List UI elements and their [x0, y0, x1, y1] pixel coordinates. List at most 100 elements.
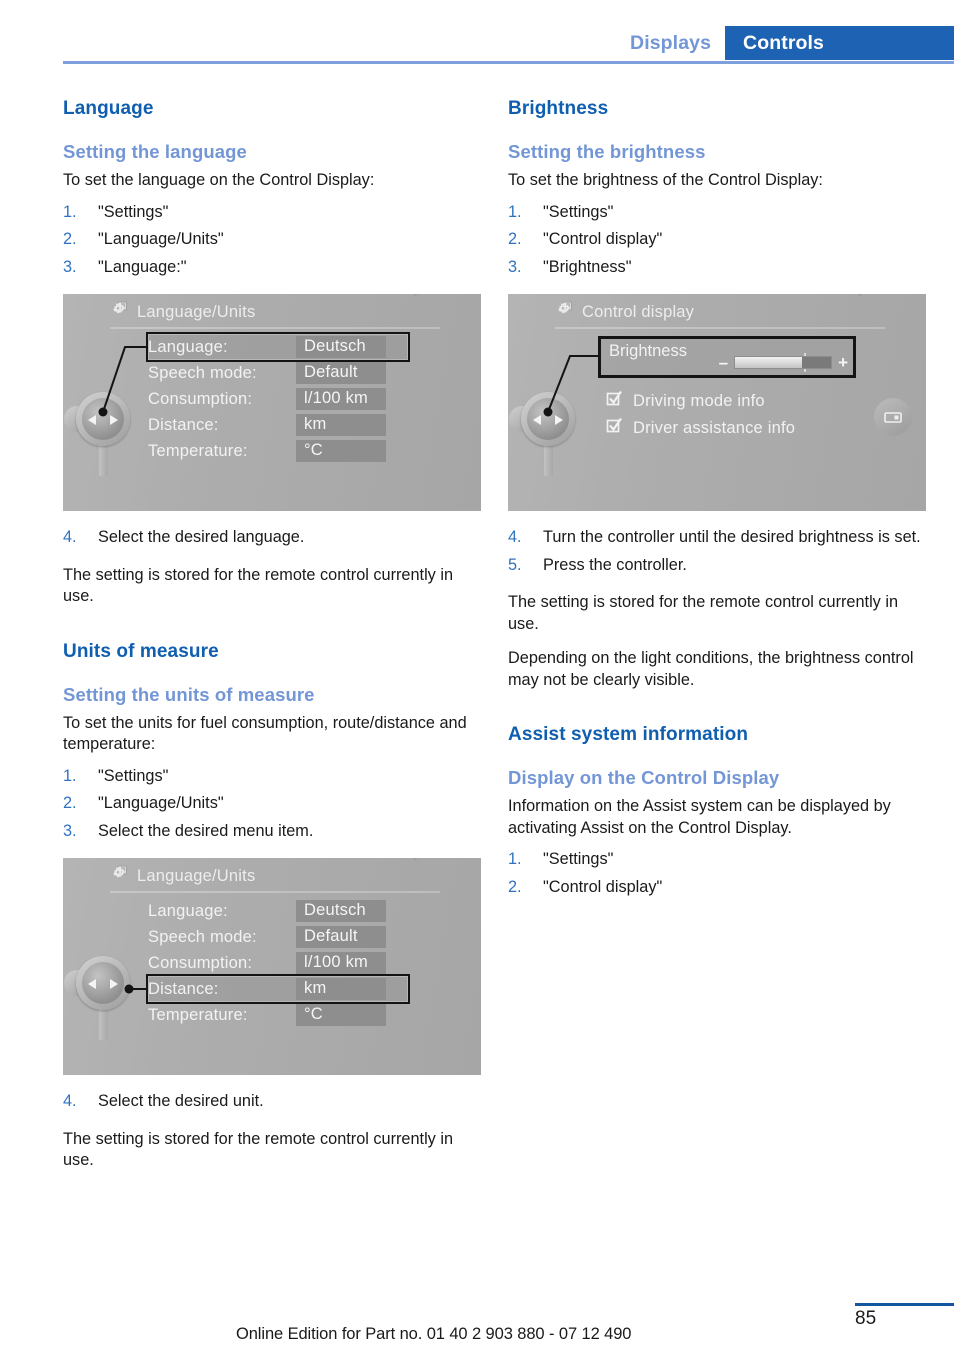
control-display-figure-units: Language/Units Language: Deutsch Speech …: [63, 858, 481, 1075]
settings-row-value: l/100 km: [296, 388, 386, 410]
step-number: 2.: [63, 230, 77, 248]
settings-row-label: Language:: [148, 901, 228, 920]
step-text: "Settings": [543, 202, 614, 221]
control-display-title-divider: [110, 327, 440, 329]
step-number: 1.: [508, 850, 522, 868]
brightness-slider[interactable]: – +: [719, 353, 848, 372]
subsection-display-on-the-control-display: Display on the Control Display: [508, 767, 780, 788]
step-text: Press the controller.: [543, 555, 687, 574]
settings-row-speech-mode[interactable]: Speech mode: Default: [148, 360, 408, 386]
tab-displays[interactable]: Displays: [616, 26, 726, 60]
settings-row-label: Distance:: [148, 415, 219, 434]
step-text: Select the desired language.: [98, 528, 305, 546]
slider-tick-bottom-icon: [804, 369, 807, 372]
checkbox-label: Driver assistance info: [633, 418, 796, 437]
tab-controls[interactable]: Controls: [725, 26, 954, 60]
brightness-slider-fill: [735, 357, 803, 368]
control-display-title-bar: Control display: [555, 301, 694, 324]
step-text: Turn the controller until the desired br…: [543, 528, 921, 546]
step-number: 4.: [508, 528, 522, 546]
settings-row-label: Temperature:: [148, 441, 248, 460]
list-item: 4. Select the desired unit.: [63, 1091, 481, 1113]
header-divider: [63, 61, 954, 64]
option-menu-button[interactable]: [874, 398, 912, 436]
settings-row-consumption[interactable]: Consumption: l/100 km: [148, 950, 408, 976]
step-number: 4.: [63, 1092, 77, 1110]
brightness-slider-track[interactable]: [734, 353, 833, 372]
checkbox-checked-icon: [606, 417, 623, 439]
steps-list-brightness: 1. "Settings" 2. "Control display" 3. "B…: [508, 202, 926, 279]
checkbox-checked-icon: [606, 390, 623, 412]
note-stored-for-remote-1: The setting is stored for the remote con…: [63, 565, 454, 606]
settings-row-label: Speech mode:: [148, 927, 257, 946]
list-item: 1. "Settings": [508, 202, 926, 224]
step-text: "Brightness": [543, 257, 632, 276]
knob-right-arrow-icon: [110, 415, 118, 425]
settings-row-consumption[interactable]: Consumption: l/100 km: [148, 386, 408, 412]
slider-tick-top-icon: [804, 353, 807, 356]
intro-text-language: To set the language on the Control Displ…: [63, 171, 375, 189]
settings-row-speech-mode[interactable]: Speech mode: Default: [148, 924, 408, 950]
knob-left-arrow-icon: [88, 415, 96, 425]
settings-row-label: Language:: [148, 337, 228, 356]
step-number: 5.: [508, 555, 522, 574]
settings-row-value: Deutsch: [296, 900, 386, 922]
header-tabs: Displays Controls: [616, 26, 954, 60]
settings-row-label: Consumption:: [148, 389, 253, 408]
step-text: "Control display": [543, 877, 663, 896]
list-item: 2. "Control display": [508, 229, 926, 251]
step-text: "Settings": [98, 202, 169, 221]
right-column: Brightness Setting the brightness To set…: [508, 98, 926, 914]
list-item: 2. "Language/Units": [63, 229, 481, 251]
minus-icon[interactable]: –: [719, 354, 728, 371]
brightness-label: Brightness: [609, 342, 687, 360]
step-text: Select the desired unit.: [98, 1092, 264, 1110]
settings-row-distance[interactable]: Distance: km: [148, 412, 408, 438]
knob-left-arrow-icon: [88, 979, 96, 989]
settings-row-value: km: [296, 414, 386, 436]
settings-row-distance[interactable]: Distance: km: [146, 974, 410, 1004]
page-number: 85: [855, 1308, 877, 1329]
control-display-title-bar: Language/Units: [110, 865, 255, 888]
footer-divider: [855, 1303, 954, 1306]
list-item: 3. "Brightness": [508, 257, 926, 279]
settings-row-list: Language: Deutsch Speech mode: Default C…: [146, 898, 410, 1028]
settings-row-label: Temperature:: [148, 1005, 248, 1024]
settings-row-value: Default: [296, 362, 386, 384]
steps-list-language-final: 4. Select the desired language.: [63, 527, 481, 549]
note-light-conditions: Depending on the light conditions, the b…: [508, 649, 914, 689]
steps-list-brightness-final: 4. Turn the controller until the desired…: [508, 527, 926, 576]
step-number: 2.: [508, 877, 522, 896]
settings-row-label: Distance:: [148, 979, 219, 998]
list-item: 1. "Settings": [508, 849, 926, 871]
settings-row-language[interactable]: Language: Deutsch: [148, 898, 408, 924]
step-number: 3.: [63, 257, 77, 276]
intro-text-assist: Information on the Assist system can be …: [508, 797, 891, 837]
settings-row-language[interactable]: Language: Deutsch: [146, 332, 410, 362]
controller-knob-graphic: [64, 392, 130, 476]
brightness-control-panel[interactable]: Brightness – +: [598, 336, 856, 378]
step-number: 3.: [508, 257, 522, 276]
control-display-title-divider: [555, 327, 885, 329]
note-stored-for-remote-3: The setting is stored for the remote con…: [508, 593, 899, 633]
list-item: 3. "Language:": [63, 257, 481, 279]
left-column: Language Setting the language To set the…: [63, 98, 481, 1185]
settings-gear-icon: [110, 301, 128, 324]
settings-row-temperature[interactable]: Temperature: °C: [148, 438, 408, 464]
checkbox-driving-mode-info[interactable]: Driving mode info: [606, 390, 795, 412]
settings-row-temperature[interactable]: Temperature: °C: [148, 1002, 408, 1028]
control-display-title-divider: [110, 891, 440, 893]
control-display-title-bar: Language/Units: [110, 301, 255, 324]
control-display-figure-language: Language/Units Language: Deutsch Speech …: [63, 294, 481, 511]
step-text: "Control display": [543, 230, 663, 248]
control-display-figure-brightness: Control display Brightness – + Driving m…: [508, 294, 926, 511]
settings-row-label: Consumption:: [148, 953, 253, 972]
checkbox-option-list: Driving mode info Driver assistance info: [606, 390, 795, 444]
plus-icon[interactable]: +: [838, 354, 848, 371]
list-item: 1. "Settings": [63, 202, 481, 224]
settings-gear-icon: [110, 865, 128, 888]
steps-list-language: 1. "Settings" 2. "Language/Units" 3. "La…: [63, 202, 481, 279]
settings-row-value: l/100 km: [296, 952, 386, 974]
settings-row-value: °C: [296, 440, 386, 462]
checkbox-driver-assistance-info[interactable]: Driver assistance info: [606, 417, 795, 439]
